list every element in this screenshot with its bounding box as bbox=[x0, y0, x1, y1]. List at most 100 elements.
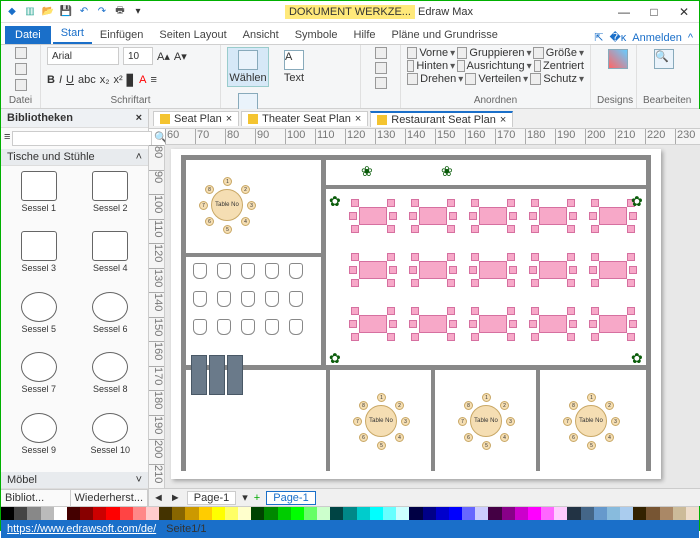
close-button[interactable]: ✕ bbox=[673, 5, 695, 19]
color-swatch[interactable] bbox=[515, 507, 528, 520]
color-swatch[interactable] bbox=[502, 507, 515, 520]
color-swatch[interactable] bbox=[686, 507, 699, 520]
tab-help[interactable]: Hilfe bbox=[346, 26, 384, 44]
shape-item[interactable]: Sessel 5 bbox=[4, 290, 74, 348]
shape-item[interactable]: Sessel 3 bbox=[4, 229, 74, 287]
round-table[interactable]: Table No12345678 bbox=[353, 393, 409, 449]
size-icon[interactable] bbox=[533, 47, 543, 59]
color-swatch[interactable] bbox=[462, 507, 475, 520]
toilet[interactable] bbox=[217, 291, 231, 307]
color-swatch[interactable] bbox=[304, 507, 317, 520]
strike-button[interactable]: abc bbox=[78, 74, 96, 86]
tab-pagelayout[interactable]: Seiten Layout bbox=[151, 26, 234, 44]
rect-table[interactable] bbox=[529, 199, 577, 233]
rect-table[interactable] bbox=[409, 199, 457, 233]
canvas[interactable]: Table No12345678 ✿ ✿ ✿ ✿ ❀ ❀ bbox=[165, 145, 700, 488]
paste-icon[interactable] bbox=[15, 47, 27, 59]
sidebar-tab-lib[interactable]: Bibliot... bbox=[1, 490, 71, 506]
color-swatch[interactable] bbox=[133, 507, 146, 520]
color-swatch[interactable] bbox=[554, 507, 567, 520]
close-tab-icon[interactable]: × bbox=[355, 113, 361, 125]
doc-tab[interactable]: Theater Seat Plan× bbox=[241, 111, 368, 126]
print-icon[interactable]: 🖶 bbox=[113, 5, 127, 19]
rect-table[interactable] bbox=[469, 307, 517, 341]
color-swatch[interactable] bbox=[488, 507, 501, 520]
shape-item[interactable]: Sessel 7 bbox=[4, 350, 74, 408]
color-swatch[interactable] bbox=[475, 507, 488, 520]
color-swatch[interactable] bbox=[317, 507, 330, 520]
rect-table[interactable] bbox=[529, 253, 577, 287]
redo-icon[interactable]: ↷ bbox=[95, 5, 109, 19]
color-swatch[interactable] bbox=[264, 507, 277, 520]
file-menu[interactable]: Datei bbox=[5, 26, 51, 44]
rect-table[interactable] bbox=[589, 307, 637, 341]
color-swatch[interactable] bbox=[106, 507, 119, 520]
color-swatch[interactable] bbox=[633, 507, 646, 520]
center-icon[interactable] bbox=[534, 60, 541, 72]
sidebar-tab-restore[interactable]: Wiederherst... bbox=[71, 490, 148, 506]
tab-start[interactable]: Start bbox=[53, 24, 92, 44]
color-swatch[interactable] bbox=[528, 507, 541, 520]
doc-tab[interactable]: Restaurant Seat Plan× bbox=[370, 111, 513, 127]
rect-table[interactable] bbox=[589, 253, 637, 287]
fontcolor-icon[interactable]: A bbox=[139, 74, 146, 86]
rotate-icon[interactable] bbox=[407, 73, 418, 85]
next-page-icon[interactable]: ► bbox=[170, 492, 181, 504]
toilet[interactable] bbox=[289, 319, 303, 335]
color-swatch[interactable] bbox=[423, 507, 436, 520]
toilet[interactable] bbox=[217, 263, 231, 279]
color-swatch[interactable] bbox=[278, 507, 291, 520]
tab-symbols[interactable]: Symbole bbox=[287, 26, 346, 44]
rect-table[interactable] bbox=[589, 199, 637, 233]
color-swatch[interactable] bbox=[14, 507, 27, 520]
protect-icon[interactable] bbox=[530, 73, 541, 85]
color-swatch[interactable] bbox=[185, 507, 198, 520]
cabinet[interactable] bbox=[227, 355, 243, 395]
new-icon[interactable]: ▥ bbox=[23, 5, 37, 19]
toilet[interactable] bbox=[193, 263, 207, 279]
signin-link[interactable]: Anmelden bbox=[632, 32, 682, 44]
italic-button[interactable]: I bbox=[59, 74, 62, 86]
designs-button[interactable] bbox=[597, 47, 639, 71]
export-icon[interactable]: ⇱ bbox=[594, 31, 603, 44]
close-library-icon[interactable]: × bbox=[136, 112, 142, 124]
shape-item[interactable]: Sessel 10 bbox=[76, 411, 146, 469]
rect-table[interactable] bbox=[409, 307, 457, 341]
color-swatch[interactable] bbox=[238, 507, 251, 520]
text-tool[interactable]: AText bbox=[273, 48, 315, 86]
line-tool-icon[interactable] bbox=[375, 47, 387, 59]
rect-table[interactable] bbox=[349, 307, 397, 341]
color-swatch[interactable] bbox=[330, 507, 343, 520]
rect-table[interactable] bbox=[409, 253, 457, 287]
color-swatch[interactable] bbox=[1, 507, 14, 520]
color-swatch[interactable] bbox=[80, 507, 93, 520]
page-tab[interactable]: Page-1 bbox=[187, 491, 236, 505]
color-bar[interactable] bbox=[1, 506, 699, 520]
color-swatch[interactable] bbox=[159, 507, 172, 520]
qat-more-icon[interactable]: ▾ bbox=[131, 5, 145, 19]
library-category-moebel[interactable]: Möbel˅ bbox=[1, 472, 148, 489]
prev-page-icon[interactable]: ◄ bbox=[153, 492, 164, 504]
rect-table[interactable] bbox=[469, 199, 517, 233]
shape-item[interactable]: Sessel 2 bbox=[76, 169, 146, 227]
collapse-ribbon-icon[interactable]: ^ bbox=[688, 32, 693, 44]
color-swatch[interactable] bbox=[383, 507, 396, 520]
shape-item[interactable]: Sessel 8 bbox=[76, 350, 146, 408]
font-family-select[interactable] bbox=[47, 47, 119, 65]
cut-icon[interactable] bbox=[15, 63, 27, 75]
toilet[interactable] bbox=[241, 291, 255, 307]
close-tab-icon[interactable]: × bbox=[226, 113, 232, 125]
tab-floorplans[interactable]: Pläne und Grundrisse bbox=[384, 26, 506, 44]
round-table[interactable]: Table No12345678 bbox=[199, 177, 255, 233]
color-swatch[interactable] bbox=[146, 507, 159, 520]
color-swatch[interactable] bbox=[449, 507, 462, 520]
color-swatch[interactable] bbox=[673, 507, 686, 520]
shape-item[interactable]: Sessel 9 bbox=[4, 411, 74, 469]
color-swatch[interactable] bbox=[370, 507, 383, 520]
doc-tab[interactable]: Seat Plan× bbox=[153, 111, 239, 126]
color-swatch[interactable] bbox=[225, 507, 238, 520]
color-swatch[interactable] bbox=[67, 507, 80, 520]
status-url[interactable]: https://www.edrawsoft.com/de/ bbox=[7, 523, 156, 535]
add-tab-icon[interactable]: ▾ bbox=[242, 491, 248, 504]
undo-icon[interactable]: ↶ bbox=[77, 5, 91, 19]
